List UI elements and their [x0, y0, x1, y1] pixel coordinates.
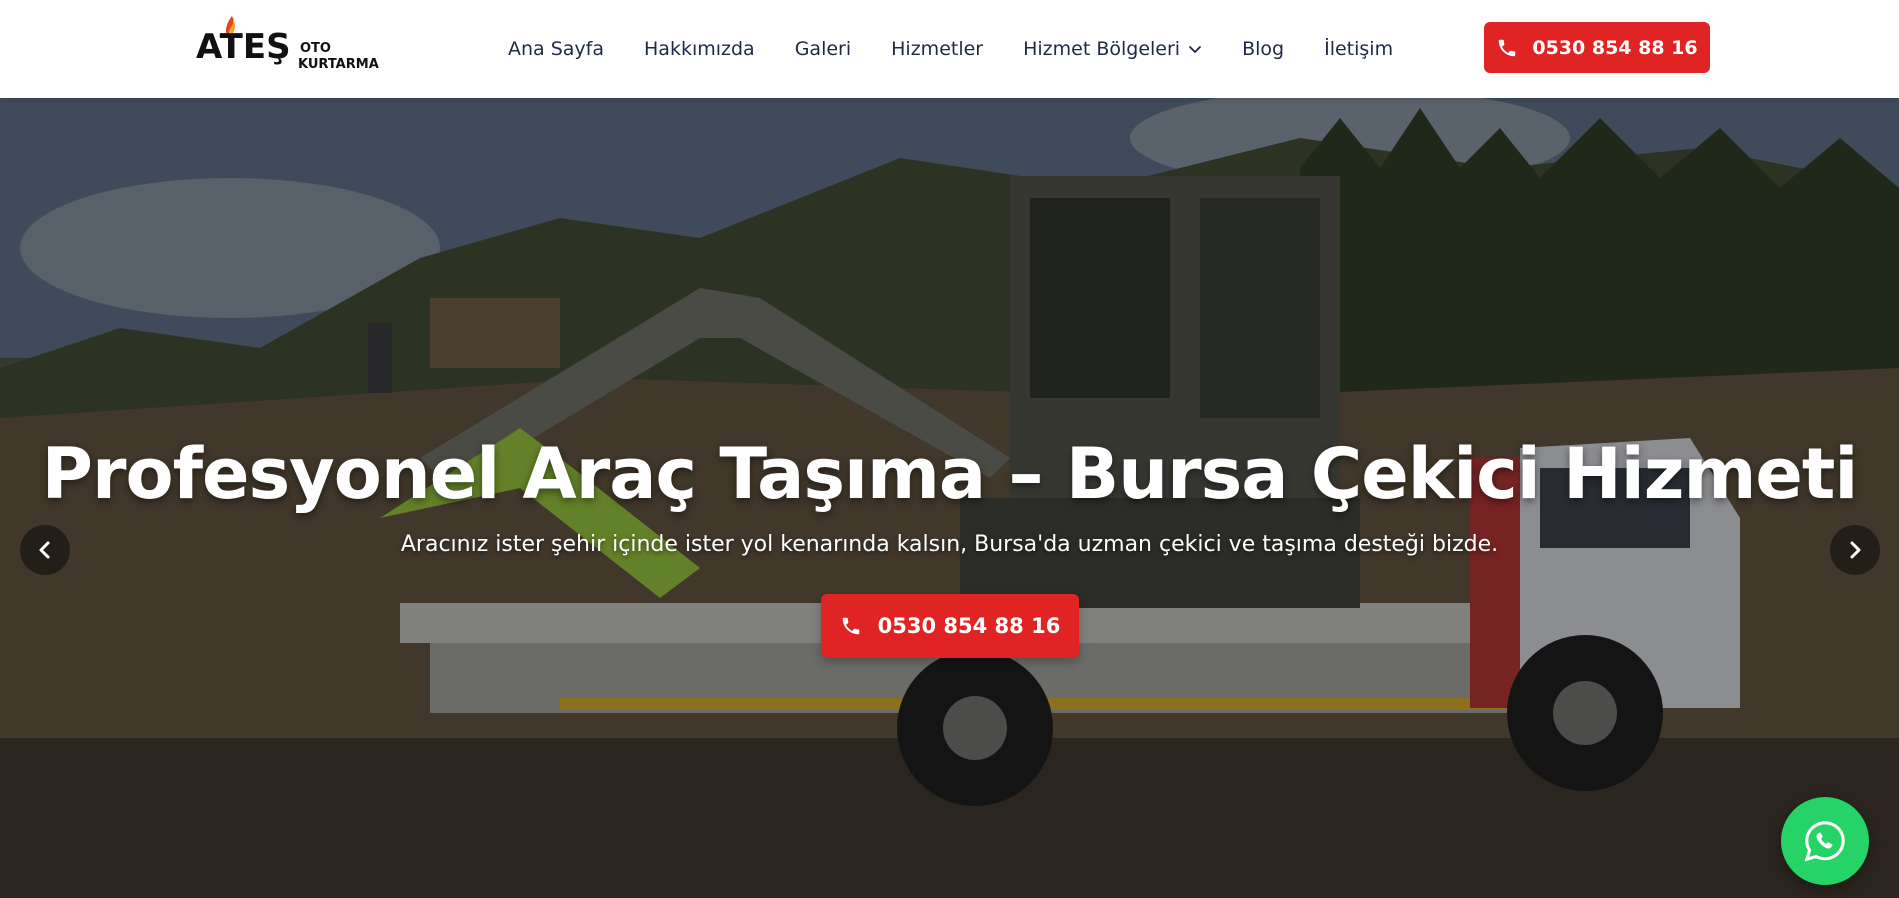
nav-hizmetler[interactable]: Hizmetler	[891, 38, 983, 60]
main-nav: Ana Sayfa Hakkımızda Galeri Hizmetler Hi…	[508, 0, 1393, 98]
hero-call-label: 0530 854 88 16	[877, 614, 1061, 638]
phone-icon	[842, 617, 859, 635]
logo-mark: ATEŞ OTO KURTARMA	[196, 16, 379, 72]
logo-primary-text: ATEŞ	[196, 27, 291, 67]
nav-hakkimizda[interactable]: Hakkımızda	[644, 38, 755, 60]
whatsapp-button[interactable]	[1781, 797, 1869, 885]
slider-prev-button[interactable]	[20, 525, 70, 575]
nav-galeri[interactable]: Galeri	[795, 38, 851, 60]
whatsapp-icon	[1804, 821, 1845, 862]
nav-iletisim[interactable]: İletişim	[1324, 38, 1393, 60]
logo-kurtarma-text: KURTARMA	[298, 57, 379, 72]
nav-blog[interactable]: Blog	[1242, 38, 1284, 60]
hero-title: Profesyonel Araç Taşıma – Bursa Çekici H…	[41, 433, 1859, 515]
nav-hizmet-bolgeleri-label: Hizmet Bölgeleri	[1023, 38, 1181, 60]
hero-call-button[interactable]: 0530 854 88 16	[821, 594, 1079, 658]
nav-hizmet-bolgeleri[interactable]: Hizmet Bölgeleri	[1023, 38, 1202, 60]
logo-oto-text: OTO	[300, 41, 331, 56]
site-logo[interactable]: ATEŞ OTO KURTARMA	[194, 12, 394, 80]
slider-next-button[interactable]	[1830, 525, 1880, 575]
nav-ana-sayfa[interactable]: Ana Sayfa	[508, 38, 604, 60]
header-call-button[interactable]: 0530 854 88 16	[1484, 22, 1710, 73]
site-header: ATEŞ OTO KURTARMA Ana Sayfa Hakkımızda G…	[0, 0, 1899, 98]
header-call-label: 0530 854 88 16	[1532, 36, 1698, 59]
phone-icon	[1499, 39, 1516, 56]
chevron-left-icon	[39, 541, 50, 559]
hero-subtitle: Aracınız ister şehir içinde ister yol ke…	[400, 532, 1499, 557]
hero-slider: Profesyonel Araç Taşıma – Bursa Çekici H…	[0, 98, 1899, 898]
chevron-down-icon	[1189, 46, 1201, 53]
chevron-right-icon	[1850, 541, 1861, 559]
